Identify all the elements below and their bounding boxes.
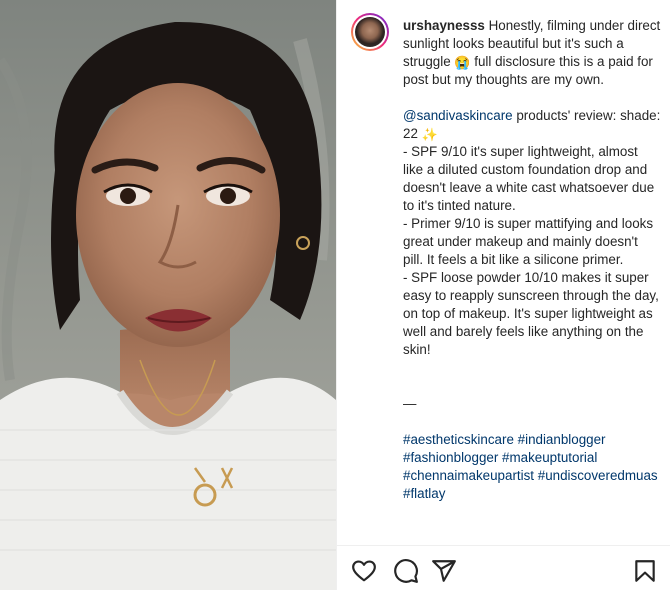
hashtag-link[interactable]: #indianblogger <box>518 432 606 447</box>
post-side-panel: urshaynesss Honestly, filming under dire… <box>336 0 670 590</box>
caption-text: urshaynesss Honestly, filming under dire… <box>403 17 661 503</box>
post-action-bar <box>337 545 670 590</box>
like-button[interactable] <box>351 558 377 584</box>
save-button[interactable] <box>632 558 658 584</box>
profile-avatar[interactable] <box>351 13 389 51</box>
caption-area: urshaynesss Honestly, filming under dire… <box>337 0 670 545</box>
hashtag-link[interactable]: #aestheticskincare <box>403 432 514 447</box>
comment-button[interactable] <box>393 558 419 584</box>
avatar-ring <box>353 15 387 49</box>
sparkles-emoji: ✨ <box>421 127 438 142</box>
separator-dash: — <box>403 396 417 411</box>
review-item: - SPF loose powder 10/10 makes it super … <box>403 270 659 357</box>
crying-face-emoji: 😭 <box>454 55 471 70</box>
share-button[interactable] <box>431 558 457 584</box>
bookmark-icon <box>635 560 655 582</box>
comment-bubble-icon <box>394 559 418 583</box>
hashtag-link[interactable]: #fashionblogger <box>403 450 498 465</box>
heart-icon <box>352 560 376 582</box>
paper-plane-icon <box>432 560 456 582</box>
hashtag-link[interactable]: #flatlay <box>403 486 445 501</box>
hashtag-link[interactable]: #makeuptutorial <box>502 450 597 465</box>
hashtag-link[interactable]: #undiscoveredmuas <box>538 468 658 483</box>
review-item: - SPF 9/10 it's super lightweight, almos… <box>403 144 655 213</box>
mention-link[interactable]: @sandivaskincare <box>403 108 513 123</box>
portrait-image <box>0 0 336 590</box>
review-paragraph: @sandivaskincare products' review: shade… <box>403 107 661 143</box>
hashtag-link[interactable]: #chennaimakeupartist <box>403 468 534 483</box>
post-photo[interactable] <box>0 0 336 590</box>
username-link[interactable]: urshaynesss <box>403 18 485 33</box>
review-item: - Primer 9/10 is super mattifying and lo… <box>403 216 654 267</box>
hashtags: #aestheticskincare #indianblogger #fashi… <box>403 431 661 503</box>
caption-intro-paragraph: urshaynesss Honestly, filming under dire… <box>403 17 661 89</box>
avatar-photo <box>355 17 385 47</box>
